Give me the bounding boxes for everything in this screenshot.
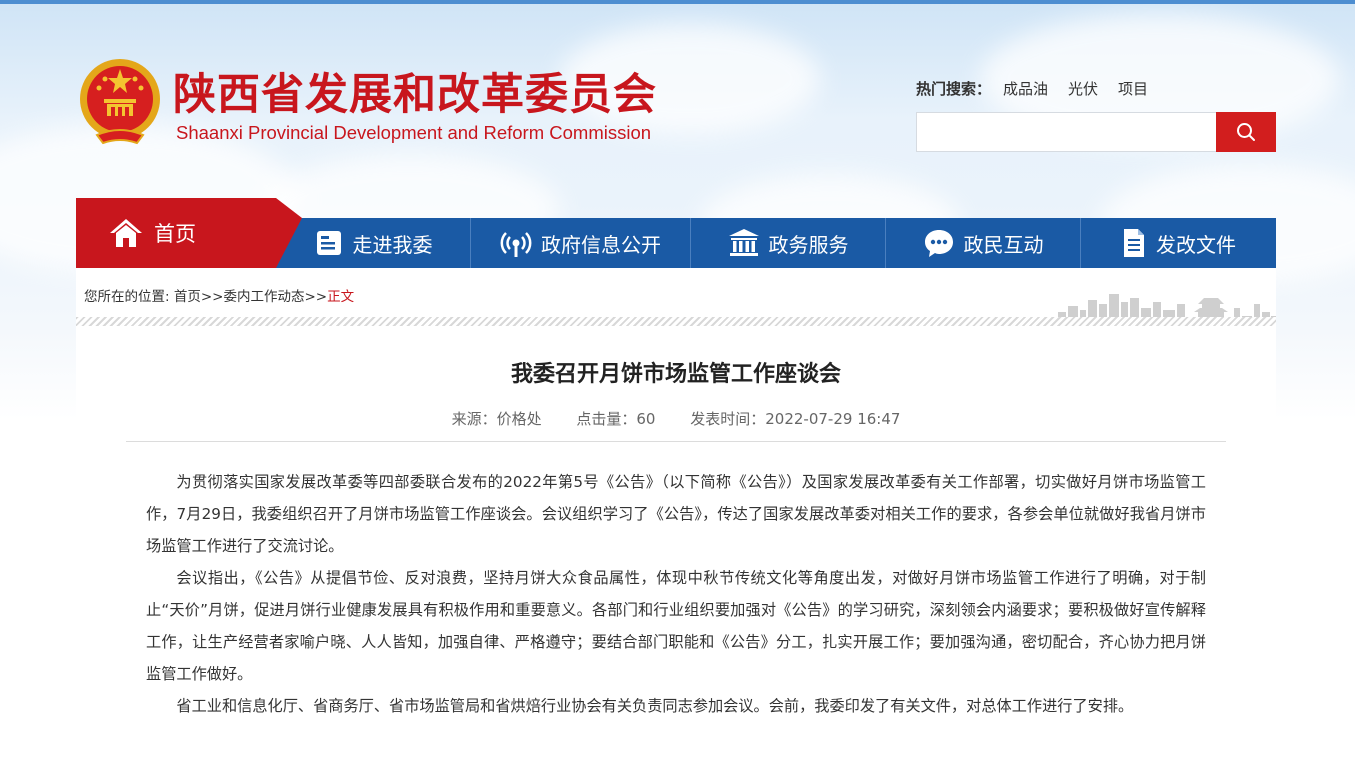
document-icon xyxy=(1124,229,1144,257)
article-meta: 来源：价格处 点击量：60 发表时间：2022-07-29 16:47 xyxy=(76,408,1276,429)
decorative-hatch-bar xyxy=(76,317,1276,326)
search-icon xyxy=(1237,123,1255,141)
article-published: 发表时间：2022-07-29 16:47 xyxy=(690,410,901,428)
government-building-icon xyxy=(728,229,759,256)
search-button[interactable] xyxy=(1216,112,1276,152)
article-paragraph: 会议指出，《公告》从提倡节俭、反对浪费，坚持月饼大众食品属性，体现中秋节传统文化… xyxy=(146,569,1206,683)
article-views: 点击量：60 xyxy=(576,410,656,428)
hot-search-item[interactable]: 成品油 xyxy=(1003,78,1048,99)
hot-search-item[interactable]: 光伏 xyxy=(1068,78,1098,99)
nav-item-label: 政府信息公开 xyxy=(541,232,661,257)
article: 我委召开月饼市场监管工作座谈会 来源：价格处 点击量：60 发表时间：2022-… xyxy=(76,328,1276,762)
site-title: 陕西省发展和改革委员会 xyxy=(173,70,657,120)
nav-item-documents[interactable]: 发改文件 xyxy=(1081,218,1276,268)
site-subtitle: Shaanxi Provincial Development and Refor… xyxy=(176,122,652,143)
breadcrumb-bar: 您所在的位置: 首页>>委内工作动态>>正文 xyxy=(76,268,1276,328)
nav-item-label: 发改文件 xyxy=(1156,232,1236,257)
breadcrumb-home[interactable]: 首页 xyxy=(174,289,201,305)
article-paragraph: 为贯彻落实国家发展改革委等四部委联合发布的2022年第5号《公告》（以下简称《公… xyxy=(146,473,1206,555)
article-paragraph: 省工业和信息化厅、省商务厅、省市场监管局和省烘焙行业协会有关负责同志参加会议。会… xyxy=(176,697,1134,715)
breadcrumb-current: 正文 xyxy=(327,289,355,305)
nav-item-info[interactable]: 政府信息公开 xyxy=(471,218,690,268)
home-icon xyxy=(110,219,142,247)
breadcrumb-prefix: 您所在的位置: xyxy=(84,289,170,305)
nav-item-services[interactable]: 政务服务 xyxy=(691,218,885,268)
hot-search-label: 热门搜索： xyxy=(916,80,992,98)
article-title: 我委召开月饼市场监管工作座谈会 xyxy=(510,362,841,387)
nav-item-label: 政务服务 xyxy=(768,232,849,257)
id-card-icon xyxy=(316,231,341,255)
breadcrumb: 您所在的位置: 首页>>委内工作动态>>正文 xyxy=(84,285,354,305)
breadcrumb-separator: >> xyxy=(200,289,224,305)
nav-home[interactable]: 首页 xyxy=(76,198,276,268)
breadcrumb-separator: >> xyxy=(304,289,328,305)
national-emblem-icon xyxy=(80,59,160,145)
article-divider xyxy=(126,441,1226,442)
search-box xyxy=(916,112,1276,152)
hot-search-item[interactable]: 项目 xyxy=(1118,78,1148,99)
breadcrumb-section[interactable]: 委内工作动态 xyxy=(223,289,304,305)
search-input[interactable] xyxy=(916,112,1217,152)
nav-item-label: 政民互动 xyxy=(963,232,1044,257)
article-source: 来源：价格处 xyxy=(451,410,542,428)
hot-search: 热门搜索： 成品油 光伏 项目 xyxy=(916,78,1148,99)
nav-home-label: 首页 xyxy=(154,222,196,246)
nav-item-label: 走进我委 xyxy=(352,232,433,257)
article-body: 为贯彻落实国家发展改革委等四部委联合发布的2022年第5号《公告》（以下简称《公… xyxy=(146,466,1206,722)
main-nav: 首页 走进我委 政府信息公开 政务服务 政民互动 发改文件 xyxy=(76,198,1276,268)
chat-bubble-icon xyxy=(924,230,953,257)
nav-item-about[interactable]: 走进我委 xyxy=(276,218,470,268)
nav-item-interaction[interactable]: 政民互动 xyxy=(886,218,1080,268)
broadcast-icon xyxy=(500,232,532,257)
